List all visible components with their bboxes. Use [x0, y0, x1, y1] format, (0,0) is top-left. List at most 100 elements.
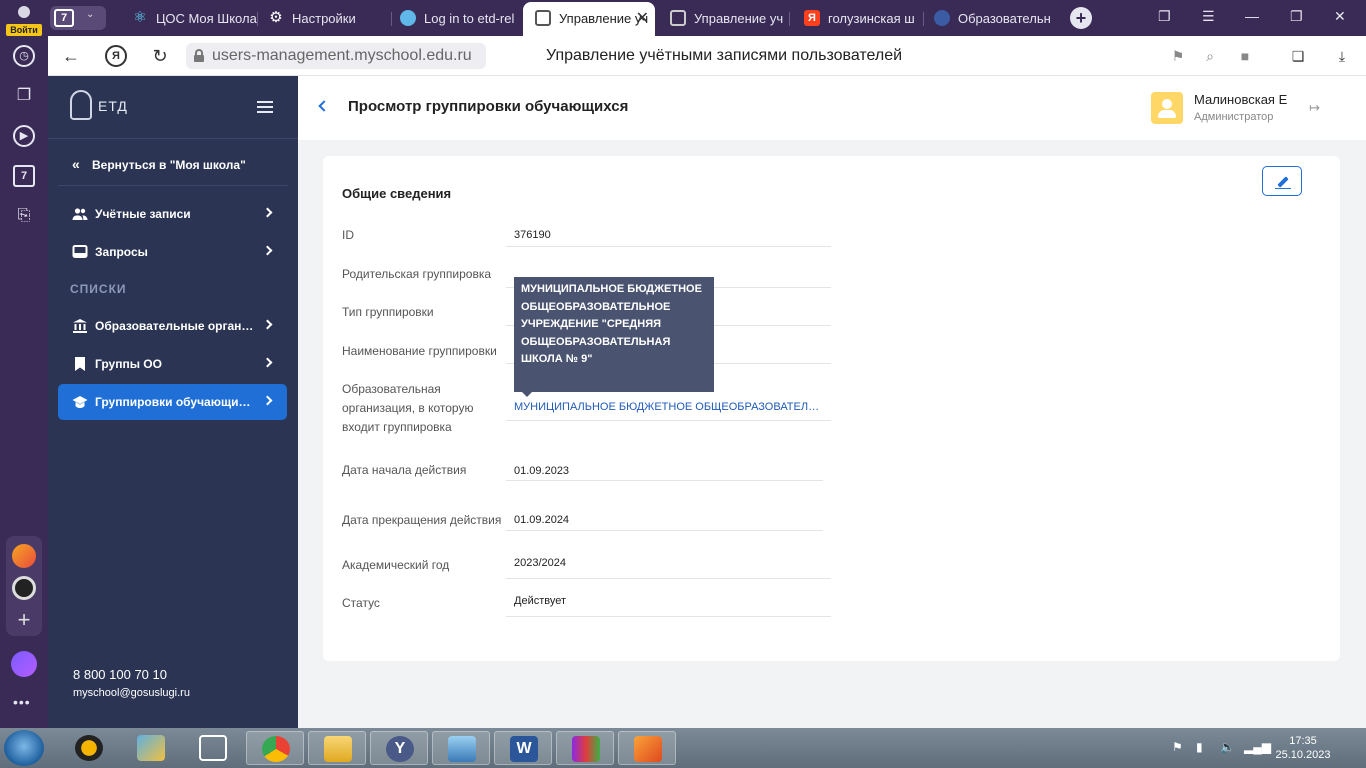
- field-label: Дата начала действия: [342, 463, 467, 477]
- start-button[interactable]: [4, 730, 44, 766]
- collections-icon[interactable]: ❐: [13, 85, 35, 107]
- sidebar-item-student-groupings[interactable]: Группировки обучающихся: [58, 384, 287, 420]
- signal-icon[interactable]: ▂▄▆: [1244, 740, 1271, 754]
- new-tab-button[interactable]: +: [1070, 7, 1092, 29]
- download-icon[interactable]: ⤓: [1332, 46, 1352, 66]
- tab-6[interactable]: Яголузинская ш: [804, 4, 924, 34]
- taskbar-app-display[interactable]: [432, 731, 490, 765]
- sidebar-item-label: Образовательные организации: [95, 319, 255, 333]
- collections-icon[interactable]: ❏: [1288, 46, 1308, 66]
- chevron-right-icon: [262, 207, 273, 218]
- tab-2[interactable]: ⚙ Настройки: [268, 4, 392, 34]
- user-name: Малиновская Е: [1194, 92, 1288, 107]
- graduation-cap-icon: [72, 396, 88, 408]
- profile-icon: [18, 6, 30, 18]
- translate-icon[interactable]: ⚑: [1168, 46, 1188, 66]
- history-icon[interactable]: ◷: [13, 45, 35, 67]
- back-to-myschool-link[interactable]: « Вернуться в "Моя школа": [72, 156, 246, 172]
- add-app-icon[interactable]: +: [12, 608, 36, 632]
- info-card: Общие сведения ID 376190 Родительская гр…: [323, 156, 1340, 661]
- close-tab-icon[interactable]: ✕: [636, 2, 649, 36]
- support-email: myschool@gosuslugi.ru: [73, 687, 190, 699]
- lock-icon: [194, 49, 204, 62]
- yandex-home-icon[interactable]: Я: [105, 45, 127, 67]
- field-label: Статус: [342, 596, 380, 610]
- user-role: Администратор: [1194, 111, 1274, 123]
- tab-7[interactable]: Образовательн: [934, 4, 1054, 34]
- yandex-icon: Я: [804, 10, 820, 27]
- sidebar-item-requests[interactable]: Запросы: [58, 234, 287, 270]
- hamburger-menu-icon[interactable]: [257, 101, 273, 113]
- logo-text: ЕТД: [98, 98, 128, 114]
- field-value-organization[interactable]: МУНИЦИПАЛЬНОЕ БЮДЖЕТНОЕ ОБЩЕОБРАЗОВАТЕЛЬ…: [514, 401, 826, 413]
- bookmark-icon: [75, 357, 85, 371]
- tab-title: Настройки: [292, 11, 356, 26]
- sidebar-item-organizations[interactable]: Образовательные организации: [58, 308, 287, 344]
- sidebar-item-accounts[interactable]: Учётные записи: [58, 196, 287, 232]
- chevron-right-icon: [262, 395, 273, 406]
- seven-icon[interactable]: 7: [13, 165, 35, 187]
- avatar[interactable]: [1151, 92, 1183, 124]
- taskbar-app-2[interactable]: [122, 731, 180, 765]
- field-label: Родительская группировка: [342, 267, 492, 281]
- menu-icon[interactable]: ☰: [1202, 8, 1215, 25]
- video-icon[interactable]: ▶: [13, 125, 35, 147]
- close-window-icon[interactable]: ✕: [1334, 8, 1346, 25]
- institution-icon: [73, 319, 87, 333]
- tab-3[interactable]: Log in to etd-rel: [400, 4, 520, 34]
- field-value-start-date: 01.09.2023: [514, 465, 570, 477]
- url-field[interactable]: users-management.myschool.edu.ru: [186, 43, 486, 69]
- taskbar-yandex-browser[interactable]: Y: [370, 731, 428, 765]
- gear-icon: ⚙: [269, 9, 283, 27]
- double-chevron-left-icon: «: [72, 156, 80, 172]
- etd-icon: [535, 10, 551, 27]
- taskbar-app-orange[interactable]: [618, 731, 676, 765]
- minimize-icon[interactable]: —: [1245, 8, 1259, 24]
- sidebar-item-label: Группировки обучающихся: [95, 395, 255, 409]
- tab-1[interactable]: ⚛ ЦОС Моя Школа: [132, 4, 258, 34]
- field-value-id: 376190: [514, 229, 551, 241]
- back-icon[interactable]: ←: [60, 45, 82, 67]
- taskbar-word[interactable]: W: [494, 731, 552, 765]
- clock-time: 17:35: [1289, 735, 1317, 747]
- tab-4-active[interactable]: Управление уч ✕: [523, 2, 655, 36]
- taskbar: Y W ⚑ ▮ 🔈 ▂▄▆ 17:35 25.10.2023: [0, 728, 1366, 768]
- mail-app-icon[interactable]: [12, 544, 36, 568]
- cloud-icon: [400, 10, 416, 27]
- login-label: Войти: [6, 24, 42, 36]
- tabs-icon[interactable]: ❐: [1158, 8, 1171, 25]
- restore-icon[interactable]: ❐: [1290, 8, 1303, 25]
- login-button[interactable]: Войти: [6, 4, 42, 36]
- screenshot-icon[interactable]: ⎘: [13, 205, 35, 227]
- pencil-icon: [1277, 176, 1289, 188]
- field-label: Дата прекращения действия: [342, 513, 502, 527]
- app-circle-icon[interactable]: [12, 576, 36, 600]
- logout-icon[interactable]: ↦: [1309, 100, 1320, 116]
- app-panel: +: [6, 536, 42, 636]
- taskbar-app-1[interactable]: [60, 731, 118, 765]
- taskbar-chrome[interactable]: [246, 731, 304, 765]
- flag-icon[interactable]: ⚑: [1172, 740, 1183, 754]
- tab-count-button[interactable]: 7 ⌄: [50, 6, 106, 30]
- reload-icon[interactable]: ↻: [149, 45, 171, 67]
- volume-icon[interactable]: 🔈: [1220, 740, 1235, 754]
- taskbar-explorer[interactable]: [308, 731, 366, 765]
- clock[interactable]: 17:35 25.10.2023: [1270, 734, 1336, 762]
- more-icon[interactable]: •••: [13, 694, 31, 710]
- sidebar-item-groups[interactable]: Группы ОО: [58, 346, 287, 382]
- tab-5[interactable]: Управление уч: [670, 4, 790, 34]
- main-area: Просмотр группировки обучающихся Малинов…: [298, 76, 1366, 728]
- bookmark-icon[interactable]: ■: [1235, 46, 1255, 66]
- taskbar-winrar[interactable]: [556, 731, 614, 765]
- etd-logo[interactable]: ЕТД: [70, 90, 130, 122]
- edit-button[interactable]: [1262, 166, 1302, 196]
- usb-icon[interactable]: ▮: [1196, 740, 1203, 754]
- reader-icon[interactable]: ⌕: [1200, 46, 1220, 66]
- sidebar-item-label: Учётные записи: [95, 207, 191, 221]
- tab-count: 7: [54, 9, 74, 27]
- alice-icon[interactable]: [11, 651, 37, 677]
- page-title-bar: Управление учётными записями пользовател…: [546, 47, 903, 64]
- taskbar-app-network[interactable]: [184, 731, 242, 765]
- back-arrow-icon[interactable]: [318, 100, 330, 112]
- chevron-down-icon: ⌄: [86, 9, 95, 20]
